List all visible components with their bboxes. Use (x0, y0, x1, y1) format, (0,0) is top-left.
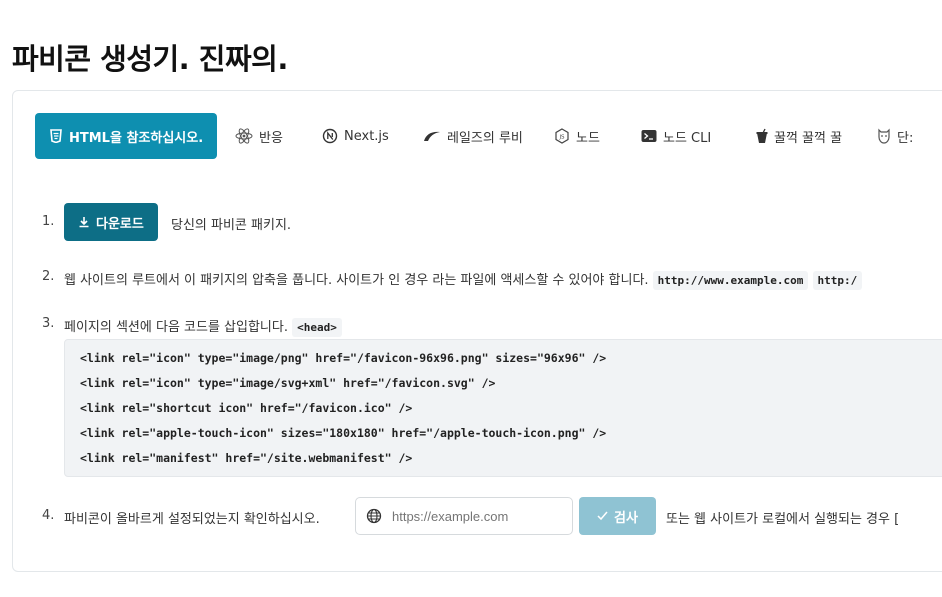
tab-rails[interactable]: 레일즈의 루비 (423, 113, 523, 159)
step-number: 3. (42, 316, 55, 331)
tab-react[interactable]: 반응 (235, 113, 283, 159)
favicon-generator-card: HTML을 참조하십시오. 반응 Next.js 레일즈의 루비 JS 노드 노… (12, 90, 942, 572)
tab-label: 꿀꺽 꿀꺽 꿀 (774, 130, 843, 146)
tab-label: Next.js (344, 128, 389, 144)
tab-label: 반응 (259, 130, 283, 146)
globe-icon (366, 508, 382, 524)
example-url-code: http://www.example.com (652, 271, 809, 290)
rails-icon (423, 130, 441, 142)
download-label: 다운로드 (96, 216, 144, 232)
code-line: <link rel="shortcut icon" href="/favicon… (80, 401, 413, 415)
html5-icon (49, 129, 63, 143)
grunt-icon (877, 128, 891, 144)
tab-label: 노드 CLI (663, 130, 712, 146)
svg-text:JS: JS (558, 135, 565, 141)
tab-nodejs[interactable]: JS 노드 (554, 113, 600, 159)
terminal-icon (641, 129, 657, 143)
tab-nextjs[interactable]: Next.js (322, 113, 389, 159)
tab-html[interactable]: HTML을 참조하십시오. (35, 113, 218, 159)
step-number: 4. (42, 508, 55, 523)
nodejs-icon: JS (554, 128, 570, 144)
code-line: <link rel="apple-touch-icon" sizes="180x… (80, 426, 607, 440)
result-panel (669, 571, 942, 572)
code-line: <link rel="icon" type="image/svg+xml" hr… (80, 376, 496, 390)
tab-label: 레일즈의 루비 (447, 130, 523, 146)
step-4-text: 파비콘이 올바르게 설정되었는지 확인하십시오. (64, 512, 320, 527)
head-tag-code: <head> (292, 318, 342, 337)
tab-label: HTML을 참조하십시오. (69, 130, 204, 146)
react-icon (235, 128, 253, 144)
step-3-instructions: 페이지의 섹션에 다음 코드를 삽입합니다. (64, 320, 288, 335)
page-title: 파비콘 생성기. 진짜의. (12, 42, 288, 76)
check-button[interactable]: 검사 (579, 497, 656, 535)
framework-tabs: HTML을 참조하십시오. 반응 Next.js 레일즈의 루비 JS 노드 노… (35, 113, 942, 159)
tab-gulp[interactable]: 꿀꺽 꿀꺽 꿀 (756, 113, 842, 159)
code-line: <link rel="icon" type="image/png" href="… (80, 351, 607, 365)
download-icon (78, 216, 90, 228)
example-url-code-2: http:/ (812, 271, 863, 290)
tab-node-cli[interactable]: 노드 CLI (641, 113, 711, 159)
download-button[interactable]: 다운로드 (64, 203, 158, 241)
nextjs-icon (322, 128, 338, 144)
code-line: <link rel="manifest" href="/site.webmani… (80, 451, 413, 465)
url-field[interactable] (355, 497, 573, 535)
step-number: 2. (42, 269, 55, 284)
step-4-after-text: 또는 웹 사이트가 로컬에서 실행되는 경우 [ (666, 512, 900, 527)
check-icon (597, 511, 608, 521)
step-2-instructions: 웹 사이트의 루트에서 이 패키지의 압축을 풉니다. 사이트가 인 경우 라는… (64, 273, 649, 288)
html-code-block[interactable]: <link rel="icon" type="image/png" href="… (64, 339, 942, 477)
step-number: 1. (42, 214, 55, 229)
tab-grunt[interactable]: 단: (877, 113, 913, 159)
tab-label: 노드 (576, 130, 600, 146)
tab-label: 단: (897, 130, 914, 146)
check-label: 검사 (614, 510, 638, 526)
url-input[interactable] (390, 507, 554, 525)
step-3-text: 페이지의 섹션에 다음 코드를 삽입합니다. <head> (64, 316, 342, 337)
step-2-text: 웹 사이트의 루트에서 이 패키지의 압축을 풉니다. 사이트가 인 경우 라는… (64, 269, 863, 290)
result-panel (59, 571, 651, 572)
step-1-text: 당신의 파비콘 패키지. (171, 218, 292, 233)
gulp-icon (756, 128, 768, 144)
